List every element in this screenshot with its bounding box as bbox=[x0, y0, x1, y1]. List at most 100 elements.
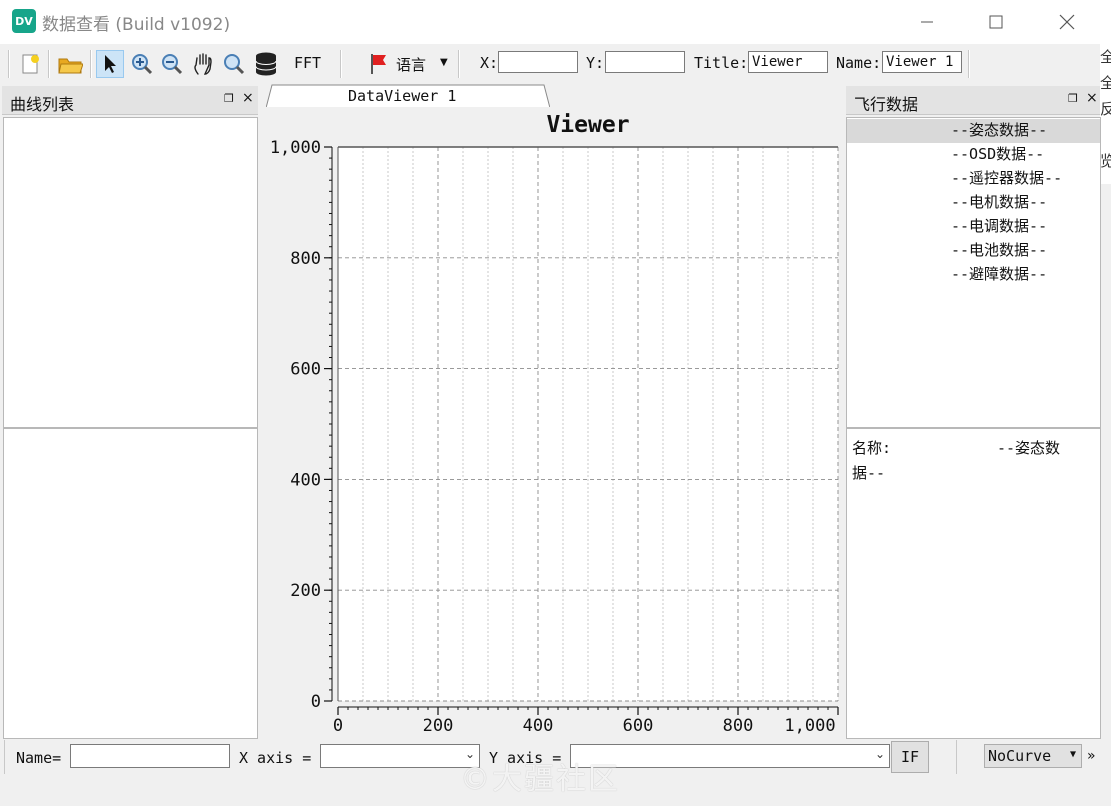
minimize-icon bbox=[921, 21, 933, 23]
tab-label: DataViewer 1 bbox=[348, 87, 457, 105]
zoom-fit-button[interactable] bbox=[220, 50, 248, 78]
toolbar-grip bbox=[4, 740, 5, 774]
title-input[interactable]: Viewer bbox=[748, 51, 828, 73]
float-icon[interactable]: ❐ bbox=[224, 92, 234, 105]
edge-char: 全 bbox=[1100, 48, 1111, 66]
x-tick-label: 1,000 bbox=[784, 716, 835, 736]
pointer-tool-button[interactable] bbox=[96, 50, 124, 78]
tree-item[interactable]: --OSD数据-- bbox=[847, 143, 1100, 167]
background-window-edge: 全 全 反 览 bbox=[1100, 44, 1111, 184]
x-axis-select[interactable]: ⌄ bbox=[320, 744, 480, 768]
tree-item[interactable]: --电池数据-- bbox=[847, 239, 1100, 263]
y-tick-label: 600 bbox=[290, 360, 321, 380]
flight-data-tree[interactable]: --姿态数据-- --OSD数据-- --遥控器数据-- --电机数据-- --… bbox=[846, 117, 1101, 428]
maximize-icon bbox=[989, 15, 1003, 29]
edge-char: 览 bbox=[1100, 152, 1111, 170]
new-file-icon bbox=[22, 54, 39, 74]
x-axis-label: X axis = bbox=[239, 749, 312, 767]
toolbar-separator bbox=[48, 50, 50, 78]
pan-tool-button[interactable] bbox=[189, 50, 217, 78]
y-tick-label: 200 bbox=[290, 581, 321, 601]
new-file-button[interactable] bbox=[16, 50, 44, 78]
detail-name-value-cont: 据-- bbox=[852, 464, 886, 482]
curve-type-value: NoCurve bbox=[988, 747, 1052, 765]
chart-svg[interactable]: Viewer 0 200 400 600 800 1,000 0 200 400 600 800 1,0… bbox=[258, 107, 845, 739]
title-bar: DV 数据查看 (Build v1092) bbox=[0, 0, 1111, 44]
flight-data-header: 飞行数据 ❐ × bbox=[846, 86, 1100, 115]
curve-detail-panel[interactable] bbox=[3, 428, 258, 739]
maximize-button[interactable] bbox=[973, 7, 1019, 37]
y-input[interactable] bbox=[605, 51, 685, 73]
curve-name-label: Name= bbox=[16, 749, 62, 767]
chevron-down-icon: ▼ bbox=[1069, 749, 1076, 760]
close-window-button[interactable] bbox=[1044, 7, 1090, 37]
curve-list-title: 曲线列表 bbox=[10, 95, 75, 114]
watermark: ©大疆社区 bbox=[460, 762, 620, 797]
toolbar-separator bbox=[90, 50, 92, 78]
edge-char bbox=[1100, 122, 1111, 148]
tab-dataviewer[interactable]: DataViewer 1 bbox=[266, 84, 550, 108]
curve-list-panel[interactable] bbox=[3, 117, 258, 428]
pointer-icon bbox=[105, 55, 116, 73]
minimize-button[interactable] bbox=[904, 7, 950, 37]
curve-list-header: 曲线列表 ❐ × bbox=[2, 86, 258, 115]
curve-type-select[interactable]: NoCurve ▼ bbox=[984, 744, 1082, 768]
x-tick-label: 400 bbox=[523, 716, 554, 736]
app-icon: DV bbox=[12, 9, 36, 33]
toolbar-separator bbox=[340, 50, 342, 78]
x-label: X: bbox=[480, 54, 499, 72]
tree-item[interactable]: --电调数据-- bbox=[847, 215, 1100, 239]
chart-title: Viewer bbox=[546, 112, 629, 138]
tree-item[interactable]: --避障数据-- bbox=[847, 263, 1100, 287]
toolbar-separator bbox=[956, 740, 957, 774]
database-icon bbox=[255, 52, 277, 76]
y-label: Y: bbox=[586, 54, 605, 72]
database-button[interactable] bbox=[252, 50, 280, 78]
y-tick-label: 400 bbox=[290, 470, 321, 490]
tree-item[interactable]: --遥控器数据-- bbox=[847, 167, 1100, 191]
detail-name-label: 名称: bbox=[852, 439, 892, 457]
name-label: Name: bbox=[836, 54, 882, 72]
bottom-bar: Name= X axis = ⌄ Y axis = ⌄ IF NoCurve ▼… bbox=[0, 740, 1100, 806]
flight-data-title: 飞行数据 bbox=[854, 95, 919, 114]
chevron-down-icon[interactable]: ▼ bbox=[440, 57, 448, 68]
zoom-fit-icon bbox=[224, 54, 245, 75]
if-button[interactable]: IF bbox=[891, 741, 929, 773]
title-label: Title: bbox=[694, 54, 749, 72]
float-icon[interactable]: ❐ bbox=[1068, 92, 1078, 105]
zoom-out-button[interactable] bbox=[158, 50, 186, 78]
chart-area[interactable]: Viewer 0 200 400 600 800 1,000 0 200 400 600 800 1,0… bbox=[258, 107, 845, 739]
overflow-button[interactable]: » bbox=[1087, 748, 1096, 764]
close-icon[interactable]: × bbox=[1086, 90, 1098, 106]
flag-icon bbox=[371, 54, 386, 74]
language-flag[interactable] bbox=[364, 50, 392, 78]
open-folder-icon bbox=[58, 58, 83, 74]
tree-item[interactable]: --姿态数据-- bbox=[847, 119, 1100, 143]
x-input[interactable] bbox=[498, 51, 578, 73]
edge-char: 全 bbox=[1100, 74, 1111, 92]
tree-item[interactable]: --电机数据-- bbox=[847, 191, 1100, 215]
toolbar-separator bbox=[458, 50, 460, 78]
zoom-out-icon bbox=[162, 54, 183, 75]
curve-name-input[interactable] bbox=[70, 744, 230, 768]
toolbar-grip bbox=[8, 50, 10, 78]
y-tick-label: 1,000 bbox=[270, 138, 321, 158]
open-file-button[interactable] bbox=[56, 50, 84, 78]
close-icon bbox=[1059, 14, 1075, 30]
chevron-down-icon: ⌄ bbox=[874, 747, 885, 761]
toolbar: FFT 语言 ▼ X: Y: Title: Viewer Name: Viewe… bbox=[0, 44, 1100, 84]
close-icon[interactable]: × bbox=[242, 90, 254, 106]
fft-button[interactable]: FFT bbox=[294, 54, 321, 72]
y-tick-label: 0 bbox=[311, 692, 321, 712]
detail-name-value: --姿态数 bbox=[997, 439, 1061, 457]
language-menu[interactable]: 语言 bbox=[396, 54, 426, 75]
x-tick-label: 0 bbox=[333, 716, 343, 736]
toolbar-separator bbox=[968, 50, 970, 78]
zoom-in-icon bbox=[132, 54, 153, 75]
window-title: 数据查看 (Build v1092) bbox=[42, 15, 231, 35]
pan-hand-icon bbox=[194, 53, 212, 75]
zoom-in-button[interactable] bbox=[128, 50, 156, 78]
edge-char: 反 bbox=[1100, 100, 1111, 118]
name-input[interactable]: Viewer 1 bbox=[882, 51, 962, 73]
y-tick-label: 800 bbox=[290, 249, 321, 269]
